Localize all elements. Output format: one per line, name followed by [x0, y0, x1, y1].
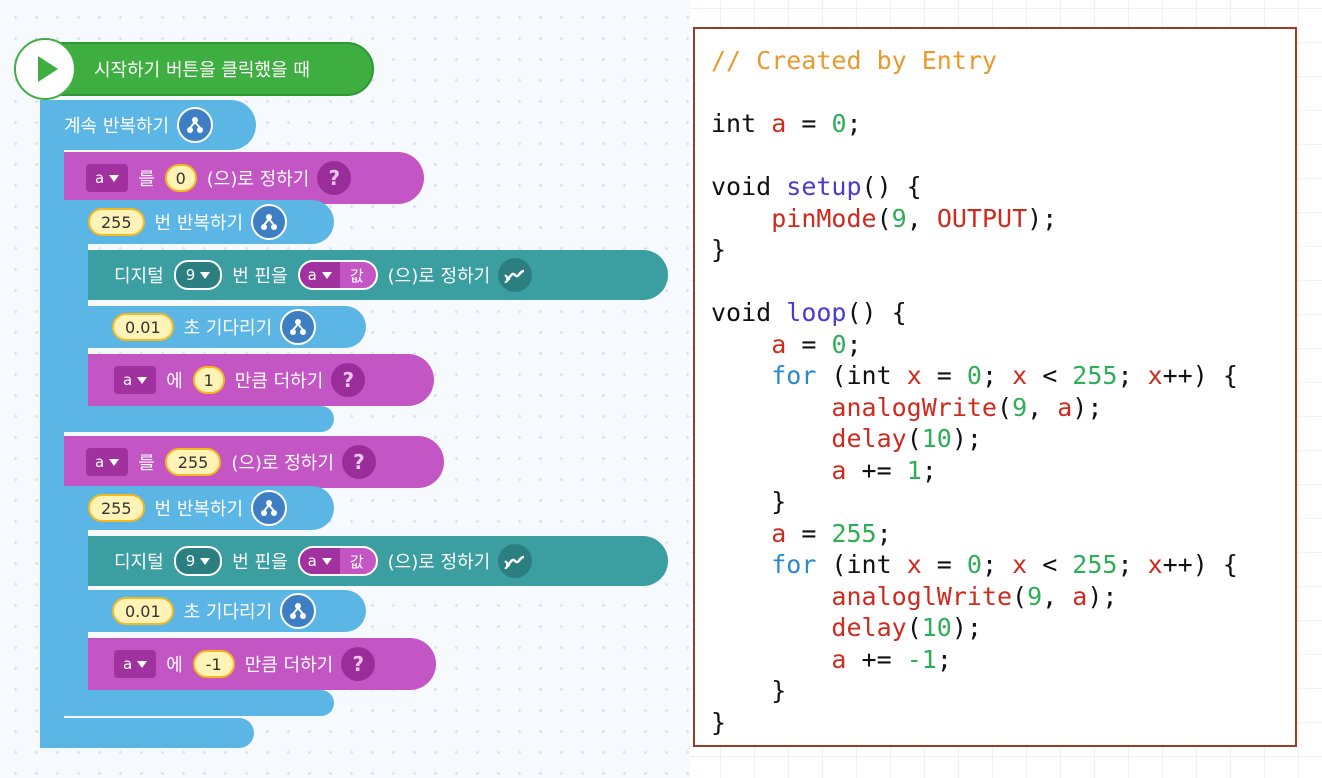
wait-label: 초 기다리기: [183, 602, 273, 623]
set-value-input[interactable]: 0: [164, 164, 197, 192]
wait-time-input[interactable]: 0.01: [112, 597, 174, 625]
set-suffix: (으)로 정하기: [206, 169, 310, 190]
add-word: 에: [166, 655, 183, 676]
variable-dropdown[interactable]: a: [86, 164, 129, 192]
question-icon[interactable]: ?: [341, 445, 376, 479]
forever-loop-label: 계속 반복하기: [64, 116, 170, 137]
question-icon[interactable]: ?: [317, 161, 352, 195]
repeat-loop-end: [64, 406, 334, 432]
add-suffix: 만큼 더하기: [244, 655, 334, 676]
repeat-loop-block[interactable]: 255 번 반복하기: [64, 200, 334, 244]
dropdown-caret-icon: [109, 174, 120, 182]
code-line: }: [711, 707, 727, 737]
add-suffix: 만큼 더하기: [234, 371, 324, 392]
dropdown-caret-icon: [321, 557, 332, 565]
digital-write-block[interactable]: 디지털 9 번 핀을 a 값 (으)로 정하기: [88, 536, 668, 586]
digital-label: 디지털: [114, 552, 164, 573]
code-line: // Created by Entry: [711, 46, 997, 75]
set-suffix: (으)로 정하기: [387, 266, 491, 287]
flow-icon: [280, 593, 317, 629]
digital-write-block[interactable]: 디지털 9 번 핀을 a 값 (으)로 정하기: [88, 250, 668, 300]
repeat-loop-spine: [64, 243, 88, 413]
wait-label: 초 기다리기: [183, 318, 273, 339]
repeat-label: 번 반복하기: [154, 213, 244, 234]
variable-dropdown[interactable]: a: [299, 548, 340, 574]
code-line: for (int x = 0; x < 255; x++) {: [771, 550, 1238, 579]
add-value-input[interactable]: -1: [192, 650, 235, 678]
set-value-input[interactable]: 255: [164, 448, 222, 476]
repeat-count-input[interactable]: 255: [88, 208, 145, 236]
variable-value-reporter[interactable]: a 값: [297, 260, 378, 290]
code-line: }: [711, 235, 727, 264]
code-line: analoglWrite(9, a);: [831, 581, 1118, 611]
question-icon[interactable]: ?: [341, 647, 376, 681]
code-line: void loop() {: [711, 298, 907, 327]
set-variable-block[interactable]: a 를 255 (으)로 정하기 ?: [64, 436, 444, 488]
hardware-link-icon: [498, 544, 533, 578]
dropdown-caret-icon: [137, 376, 148, 384]
value-word: 값: [349, 266, 364, 285]
set-word: 를: [138, 169, 155, 190]
wait-block[interactable]: 0.01 초 기다리기: [88, 590, 366, 632]
pin-word: 번 핀을: [232, 266, 288, 287]
code-line: void setup() {: [711, 172, 922, 201]
flow-icon: [251, 204, 288, 240]
code-line: int a = 0;: [711, 109, 862, 138]
code-line: for (int x = 0; x < 255; x++) {: [771, 361, 1238, 390]
set-word: 를: [138, 453, 155, 474]
value-word: 값: [349, 552, 364, 571]
arduino-code-panel[interactable]: // Created by Entry int a = 0; void setu…: [693, 27, 1297, 747]
code-line: delay(10);: [831, 613, 982, 642]
pin-dropdown[interactable]: 9: [173, 546, 223, 576]
set-suffix: (으)로 정하기: [231, 453, 334, 474]
variable-value-reporter[interactable]: a 값: [297, 546, 378, 576]
wait-block[interactable]: 0.01 초 기다리기: [88, 306, 366, 348]
flow-icon: [280, 309, 317, 345]
repeat-loop-spine: [64, 528, 88, 698]
flow-icon: [251, 490, 288, 526]
forever-loop-end: [40, 718, 254, 748]
block-workspace: 시작하기 버튼을 클릭했을 때 계속 반복하기 a 를 0 (으)로 정하기 ?…: [0, 0, 690, 778]
set-variable-block[interactable]: a 를 0 (으)로 정하기 ?: [64, 152, 424, 204]
hardware-link-icon: [498, 258, 533, 292]
change-variable-block[interactable]: a 에 -1 만큼 더하기 ?: [88, 638, 436, 690]
dropdown-caret-icon: [200, 557, 211, 565]
pin-dropdown[interactable]: 9: [173, 260, 223, 290]
code-line: a = 255;: [771, 518, 892, 548]
code-line: pinMode(9, OUTPUT);: [771, 203, 1058, 233]
dropdown-caret-icon: [137, 660, 148, 668]
repeat-loop-end: [64, 690, 334, 716]
code-listing: // Created by Entry int a = 0; void setu…: [711, 45, 1238, 738]
add-value-input[interactable]: 1: [192, 366, 225, 394]
code-line: }: [711, 487, 787, 516]
variable-dropdown[interactable]: a: [86, 448, 129, 476]
add-word: 에: [166, 371, 183, 392]
code-line: delay(10);: [831, 424, 982, 453]
forever-loop-block[interactable]: 계속 반복하기: [40, 100, 256, 150]
dropdown-caret-icon: [321, 271, 332, 279]
pin-word: 번 핀을: [232, 552, 288, 573]
variable-dropdown[interactable]: a: [114, 650, 157, 678]
repeat-count-input[interactable]: 255: [88, 494, 145, 522]
question-icon[interactable]: ?: [331, 363, 366, 397]
variable-dropdown[interactable]: a: [114, 366, 157, 394]
start-event-label: 시작하기 버튼을 클릭했을 때: [94, 60, 310, 81]
repeat-loop-block[interactable]: 255 번 반복하기: [64, 486, 334, 530]
set-suffix: (으)로 정하기: [387, 552, 491, 573]
play-icon[interactable]: [14, 38, 76, 100]
code-line: a += -1;: [831, 644, 952, 674]
code-line: }: [711, 676, 787, 705]
variable-dropdown[interactable]: a: [299, 262, 340, 288]
forever-loop-spine: [40, 148, 64, 736]
digital-label: 디지털: [114, 266, 164, 287]
code-line: a = 0;: [771, 329, 862, 359]
dropdown-caret-icon: [200, 271, 211, 279]
wait-time-input[interactable]: 0.01: [112, 313, 174, 341]
code-line: a += 1;: [831, 455, 937, 485]
flow-icon: [177, 107, 214, 143]
repeat-label: 번 반복하기: [154, 499, 244, 520]
dropdown-caret-icon: [109, 458, 120, 466]
change-variable-block[interactable]: a 에 1 만큼 더하기 ?: [88, 354, 434, 406]
code-line: analogWrite(9, a);: [831, 392, 1103, 422]
